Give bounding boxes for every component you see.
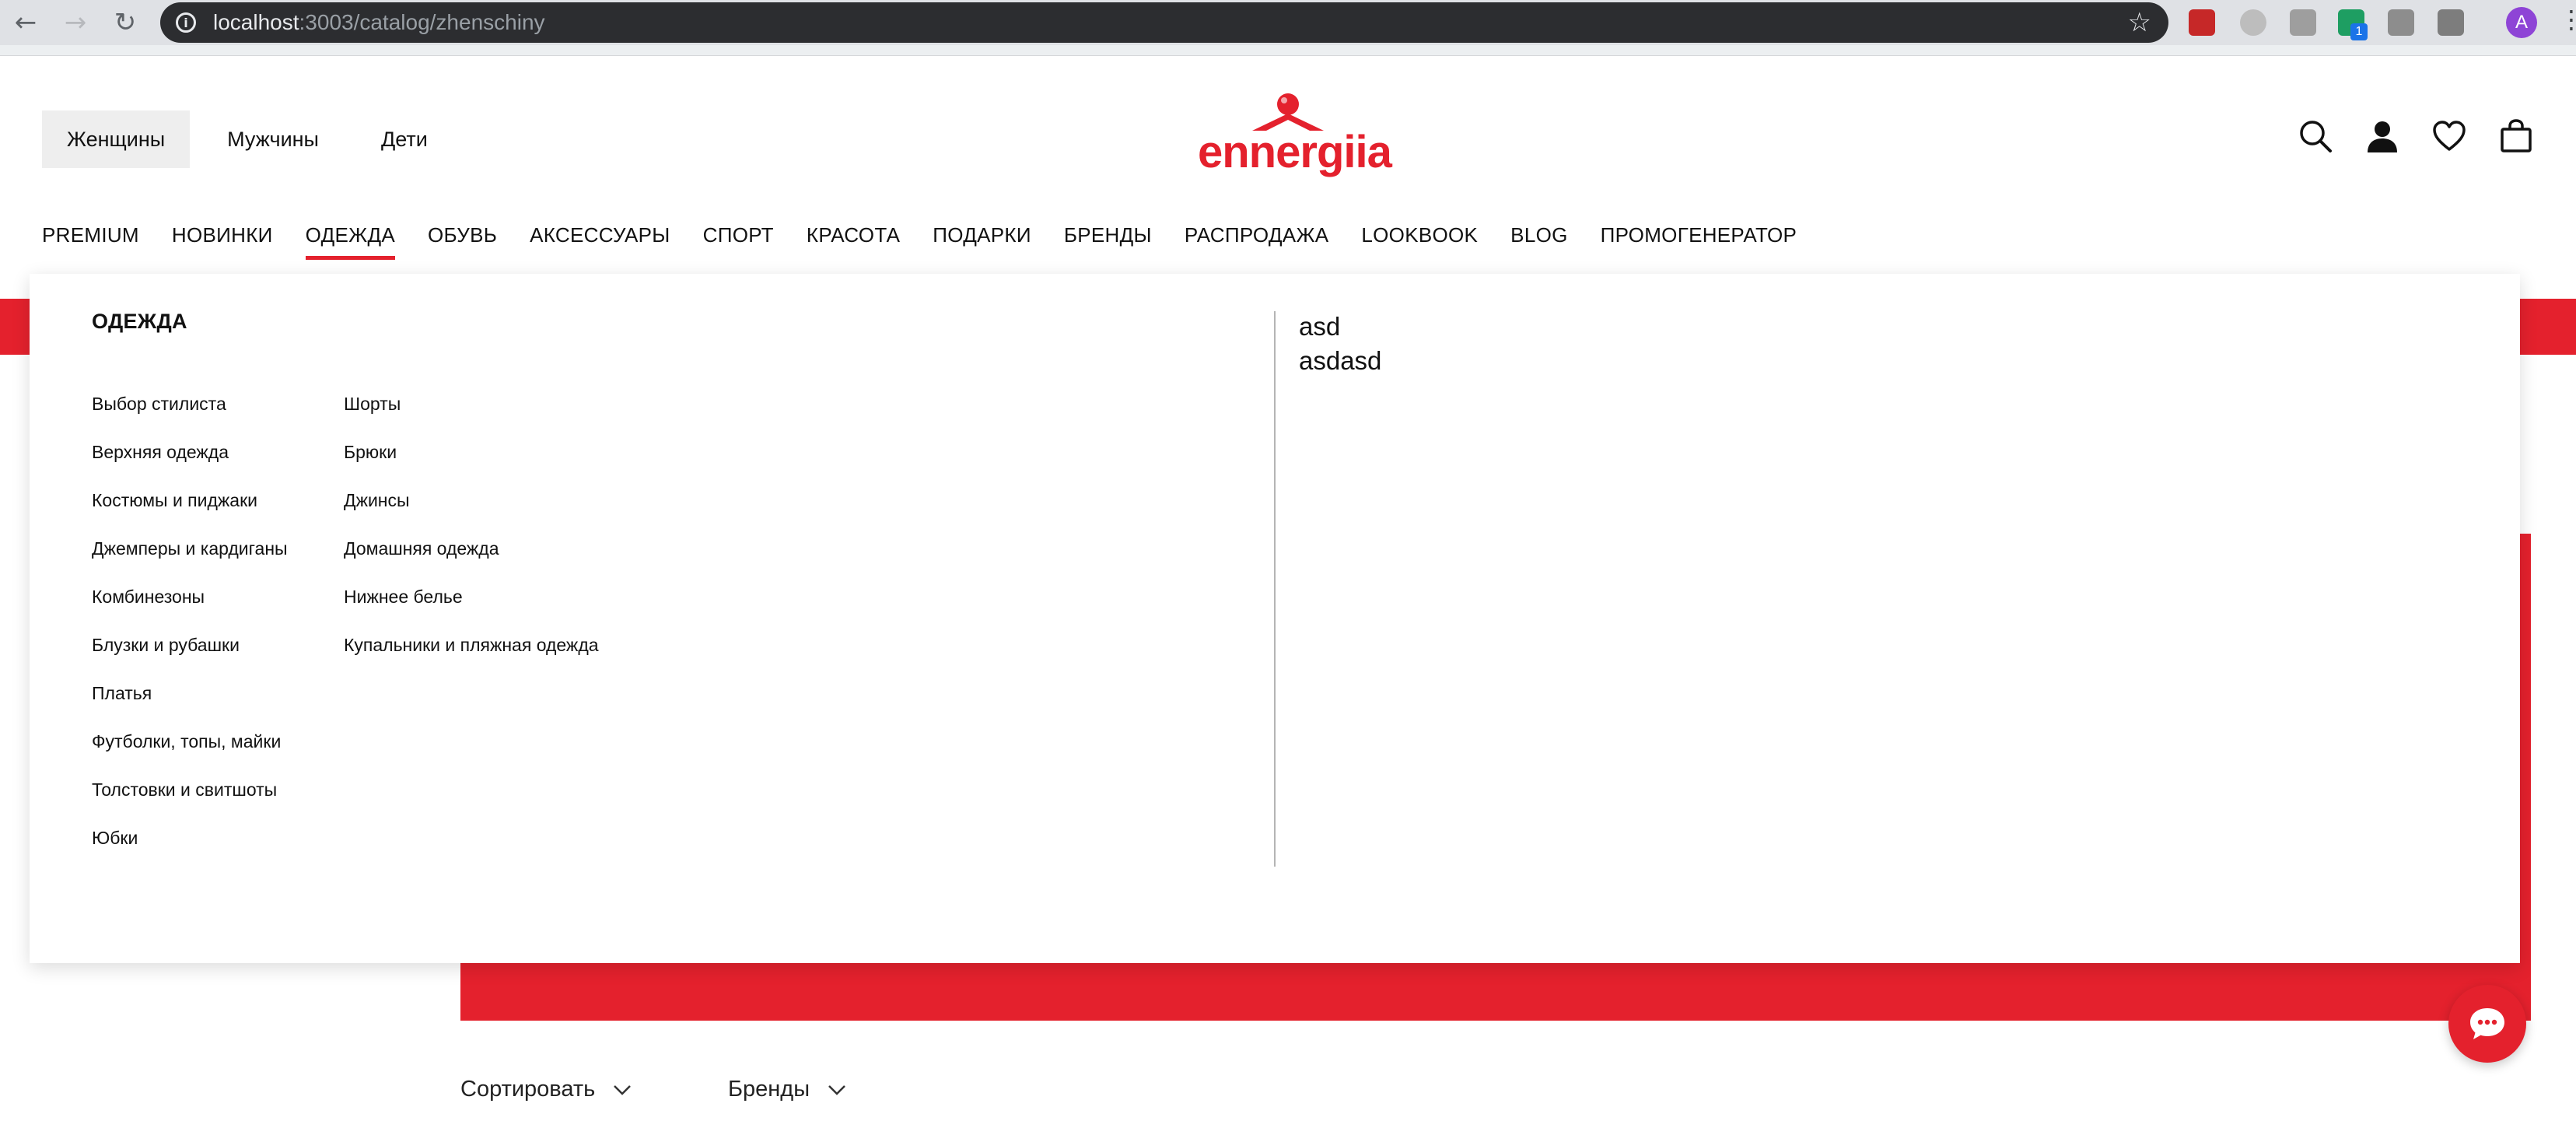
nav-item-brands[interactable]: БРЕНДЫ <box>1064 219 1152 250</box>
url-host: localhost <box>213 10 299 34</box>
gender-tab-kids[interactable]: Дети <box>381 110 428 168</box>
site-info-icon[interactable]: i <box>176 12 196 33</box>
menu-link[interactable]: Джинсы <box>344 476 599 524</box>
browser-bookmarks-strip <box>0 45 2576 56</box>
url-path: :3003/catalog/zhenschiny <box>299 10 545 34</box>
chevron-down-icon <box>614 1084 632 1095</box>
extension-icon[interactable] <box>2388 9 2414 36</box>
logo-wordmark: ennergiia <box>1198 127 1392 177</box>
extra-text: asd <box>1299 312 1341 341</box>
mega-menu-column: Выбор стилиста Верхняя одежда Костюмы и … <box>92 380 288 862</box>
browser-menu-icon[interactable]: ⋮ <box>2559 5 2576 34</box>
brands-dropdown[interactable]: Бренды <box>728 1077 849 1102</box>
menu-link[interactable]: Платья <box>92 669 288 717</box>
extension-icon[interactable] <box>2438 9 2464 36</box>
extension-icon[interactable] <box>2290 9 2316 36</box>
back-arrow-icon[interactable]: ← <box>8 5 44 40</box>
nav-item-new[interactable]: НОВИНКИ <box>172 219 273 250</box>
menu-link[interactable]: Брюки <box>344 428 599 476</box>
forward-arrow-icon[interactable]: → <box>58 5 93 40</box>
nav-item-clothing[interactable]: ОДЕЖДА <box>305 219 396 260</box>
chat-bubble-icon <box>2470 1008 2504 1039</box>
extension-icon[interactable] <box>2189 9 2215 36</box>
nav-item-lookbook[interactable]: LOOKBOOK <box>1361 219 1478 250</box>
mega-menu-extra-content: asd asdasd <box>1299 310 1381 378</box>
menu-link[interactable]: Футболки, топы, майки <box>92 717 288 765</box>
promo-strip <box>2520 299 2576 355</box>
nav-item-promogenerator[interactable]: ПРОМОГЕНЕРАТОР <box>1601 219 1797 250</box>
menu-link[interactable]: Нижнее белье <box>344 573 599 621</box>
nav-item-beauty[interactable]: КРАСОТА <box>807 219 900 250</box>
heart-icon[interactable] <box>2431 118 2467 154</box>
menu-link[interactable]: Выбор стилиста <box>92 380 288 428</box>
sort-dropdown[interactable]: Сортировать <box>460 1077 634 1102</box>
mega-menu-divider <box>1274 311 1276 867</box>
menu-link[interactable]: Юбки <box>92 814 288 862</box>
extension-badge: 1 <box>2350 23 2368 40</box>
profile-avatar[interactable]: A <box>2506 7 2537 38</box>
logo-mark-icon <box>1252 93 1324 131</box>
menu-link[interactable]: Верхняя одежда <box>92 428 288 476</box>
user-icon[interactable] <box>2364 118 2400 154</box>
nav-item-gifts[interactable]: ПОДАРКИ <box>933 219 1031 250</box>
extension-icon[interactable] <box>2240 9 2266 36</box>
mega-menu-column: Шорты Брюки Джинсы Домашняя одежда Нижне… <box>344 380 599 669</box>
shopping-bag-icon[interactable] <box>2498 118 2534 154</box>
nav-item-blog[interactable]: BLOG <box>1510 219 1567 250</box>
promo-strip <box>0 299 31 355</box>
chevron-down-icon <box>828 1084 845 1095</box>
menu-link[interactable]: Костюмы и пиджаки <box>92 476 288 524</box>
menu-link[interactable]: Шорты <box>344 380 599 428</box>
bookmark-star-icon[interactable]: ☆ <box>2128 7 2151 38</box>
sort-label: Сортировать <box>460 1077 596 1102</box>
brands-label: Бренды <box>728 1077 810 1102</box>
search-icon[interactable] <box>2298 118 2333 154</box>
nav-item-accessories[interactable]: АКСЕССУАРЫ <box>530 219 670 250</box>
gender-tab-women[interactable]: Женщины <box>42 110 191 168</box>
main-navigation: PREMIUM НОВИНКИ ОДЕЖДА ОБУВЬ АКСЕССУАРЫ … <box>42 219 1829 260</box>
menu-link[interactable]: Джемперы и кардиганы <box>92 524 288 573</box>
menu-link[interactable]: Домашняя одежда <box>344 524 599 573</box>
nav-item-premium[interactable]: PREMIUM <box>42 219 139 250</box>
address-bar-url[interactable]: localhost:3003/catalog/zhenschiny <box>213 10 545 35</box>
reload-icon[interactable]: ↻ <box>107 5 143 40</box>
gender-tabs: Женщины Мужчины Дети <box>42 110 428 168</box>
menu-link[interactable]: Комбинезоны <box>92 573 288 621</box>
gender-tab-men[interactable]: Мужчины <box>227 110 319 168</box>
menu-link[interactable]: Купальники и пляжная одежда <box>344 621 599 669</box>
mega-menu-title[interactable]: ОДЕЖДА <box>92 310 187 334</box>
clothing-mega-menu: ОДЕЖДА Выбор стилиста Верхняя одежда Кос… <box>30 274 2520 963</box>
extra-text: asdasd <box>1299 346 1382 375</box>
chat-button[interactable] <box>2448 985 2526 1063</box>
nav-item-shoes[interactable]: ОБУВЬ <box>428 219 497 250</box>
menu-link[interactable]: Толстовки и свитшоты <box>92 765 288 814</box>
nav-item-sale[interactable]: РАСПРОДАЖА <box>1185 219 1329 250</box>
menu-link[interactable]: Блузки и рубашки <box>92 621 288 669</box>
site-logo[interactable]: ennergiia <box>1198 86 1392 179</box>
nav-item-sport[interactable]: СПОРТ <box>703 219 774 250</box>
address-bar[interactable]: i localhost:3003/catalog/zhenschiny ☆ <box>160 2 2168 43</box>
hero-banner-edge <box>2520 534 2531 954</box>
